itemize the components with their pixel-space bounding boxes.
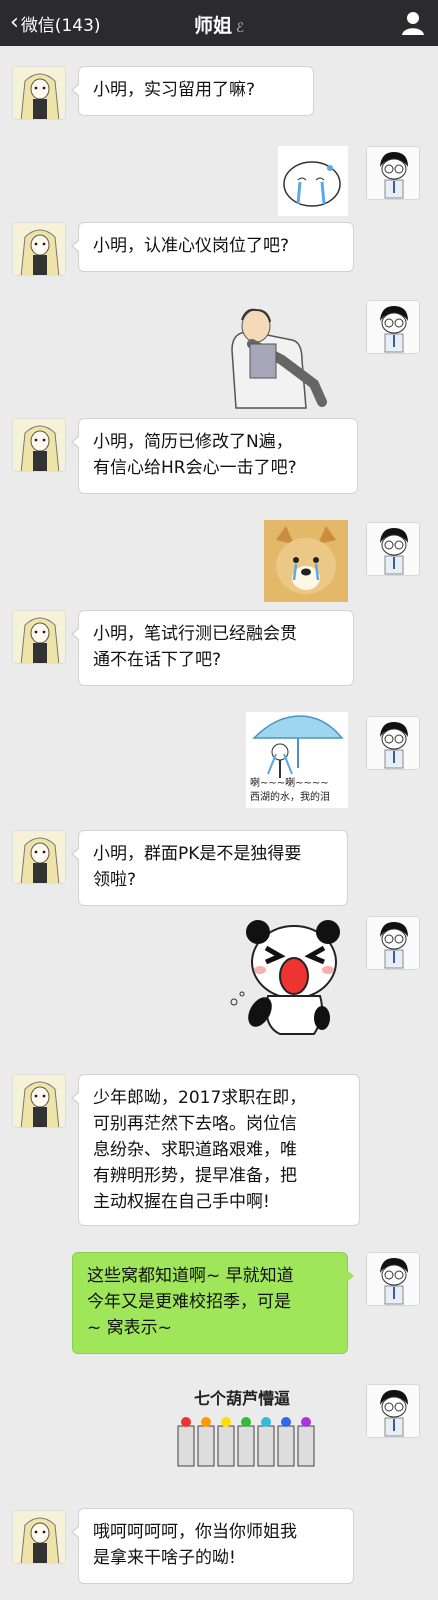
message-bubble-received[interactable]: 小明，简历已修改了N遍， 有信心给HR会心一击了吧?: [71, 418, 358, 494]
message-line: 有辨明形势，提早准备，把: [93, 1166, 297, 1186]
message-line: 可别再茫然下去咯。岗位信: [93, 1114, 297, 1134]
message-line: 今年又是更难校招季，可是: [87, 1292, 291, 1312]
message-bubble-received[interactable]: 小明，实习留用了嘛?: [71, 66, 314, 116]
message-bubble-received[interactable]: 小明，认准心仪岗位了吧?: [71, 222, 354, 272]
avatar-senior-sister[interactable]: [12, 1074, 66, 1128]
avatar-xiaoming[interactable]: [366, 716, 420, 770]
message-line: 小明，简历已修改了N遍，: [93, 432, 293, 452]
screaming-panda-sticker[interactable]: [222, 916, 348, 1044]
seven-gourd-brothers-sticker[interactable]: 七个葫芦懵逼: [164, 1384, 348, 1484]
message-line: ~ 窝表示~: [87, 1318, 172, 1338]
message-line: 小明，笔试行测已经融会贯: [93, 624, 297, 644]
avatar-senior-sister[interactable]: [12, 222, 66, 276]
avatar-xiaoming[interactable]: [366, 1384, 420, 1438]
crying-blob-sticker[interactable]: [278, 146, 348, 216]
message-line: 是拿来干啥子的呦!: [93, 1548, 236, 1568]
avatar-senior-sister[interactable]: [12, 418, 66, 472]
sticker-caption: 七个葫芦懵逼: [194, 1389, 290, 1408]
avatar-xiaoming[interactable]: [366, 146, 420, 200]
message-line: 小明，群面PK是不是独得要: [93, 844, 302, 864]
message-bubble-received[interactable]: 小明，笔试行测已经融会贯 通不在话下了吧?: [71, 610, 354, 686]
message-bubble-received[interactable]: 小明，群面PK是不是独得要 领啦?: [71, 830, 348, 906]
avatar-senior-sister[interactable]: [12, 66, 66, 120]
message-text: 小明，认准心仪岗位了吧?: [93, 236, 290, 256]
avatar-senior-sister[interactable]: [12, 830, 66, 884]
message-bubble-sent[interactable]: 这些窝都知道啊~ 早就知道 今年又是更难校招季，可是 ~ 窝表示~: [72, 1252, 354, 1354]
avatar-senior-sister[interactable]: [12, 1510, 66, 1564]
message-line: 息纷杂、求职道路艰难，唯: [93, 1140, 297, 1160]
umbrella-tears-sticker[interactable]: 喇~~~喇~~~~ 西湖的水，我的泪: [246, 712, 348, 808]
relaxed-man-in-armchair-sticker[interactable]: [222, 300, 348, 414]
chat-header: ‹ 微信(143) 师姐 ℰ: [0, 0, 438, 46]
message-line: 领啦?: [93, 870, 137, 890]
message-text: 小明，实习留用了嘛?: [93, 80, 256, 100]
message-line: 哦呵呵呵呵，你当你师姐我: [93, 1522, 297, 1542]
avatar-xiaoming[interactable]: [366, 522, 420, 576]
message-bubble-received[interactable]: 少年郎呦，2017求职在即， 可别再茫然下去咯。岗位信 息纷杂、求职道路艰难，唯…: [71, 1074, 360, 1226]
avatar-xiaoming[interactable]: [366, 1252, 420, 1306]
profile-icon[interactable]: [400, 10, 426, 36]
message-bubble-received[interactable]: 哦呵呵呵呵，你当你师姐我 是拿来干啥子的呦!: [71, 1508, 354, 1584]
avatar-xiaoming[interactable]: [366, 916, 420, 970]
sticker-caption: 西湖的水，我的泪: [250, 790, 330, 803]
message-line: 这些窝都知道啊~ 早就知道: [87, 1266, 294, 1286]
earpiece-mode-icon: ℰ: [236, 21, 244, 36]
message-line: 主动权握在自己手中啊!: [93, 1192, 270, 1212]
message-line: 有信心给HR会心一击了吧?: [93, 458, 297, 478]
message-line: 少年郎呦，2017求职在即，: [93, 1088, 307, 1108]
message-line: 通不在话下了吧?: [93, 650, 222, 670]
chat-title: 师姐 ℰ: [0, 11, 438, 38]
sticker-caption: 喇~~~喇~~~~: [250, 777, 329, 789]
crying-doge-sticker[interactable]: [264, 520, 348, 602]
chat-title-text: 师姐: [194, 15, 233, 37]
avatar-senior-sister[interactable]: [12, 610, 66, 664]
avatar-xiaoming[interactable]: [366, 300, 420, 354]
